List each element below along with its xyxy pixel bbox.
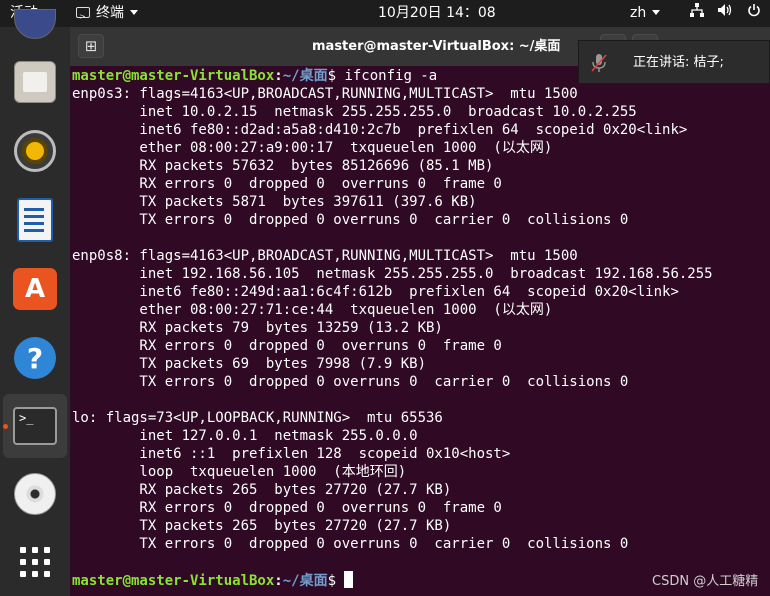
power-icon	[747, 0, 770, 27]
prompt-separator: :	[274, 573, 283, 589]
network-icon	[690, 0, 704, 27]
output-line: inet 10.0.2.15 netmask 255.255.255.0 bro…	[72, 104, 637, 120]
prompt-line: master@master-VirtualBox:~/桌面$ ifconfig …	[72, 67, 437, 85]
system-menu[interactable]	[690, 0, 770, 27]
output-line: TX packets 5871 bytes 397611 (397.6 KB)	[72, 194, 477, 210]
chevron-down-icon	[652, 10, 661, 15]
output-line: lo: flags=73<UP,LOOPBACK,RUNNING> mtu 65…	[72, 410, 443, 426]
grid-icon	[20, 547, 50, 577]
rhythmbox-icon	[14, 130, 56, 172]
show-applications-button[interactable]	[12, 539, 58, 585]
output-line: RX packets 57632 bytes 85126696 (85.1 MB…	[72, 158, 494, 174]
output-line: TX errors 0 dropped 0 overruns 0 carrier…	[72, 536, 629, 552]
output-line: ether 08:00:27:a9:00:17 txqueuelen 1000 …	[72, 140, 553, 156]
mic-muted-icon	[591, 54, 607, 72]
output-line: TX errors 0 dropped 0 overruns 0 carrier…	[72, 212, 629, 228]
prompt-separator: :	[274, 68, 283, 84]
running-indicator	[3, 424, 8, 429]
volume-icon	[717, 0, 733, 27]
output-line: enp0s3: flags=4163<UP,BROADCAST,RUNNING,…	[72, 86, 578, 102]
terminal-app-icon: >_	[13, 407, 57, 445]
dock-software[interactable]: A	[12, 266, 58, 312]
app-menu-label: 终端	[96, 5, 124, 21]
output-line: enp0s8: flags=4163<UP,BROADCAST,RUNNING,…	[72, 248, 578, 264]
dock-help[interactable]: ?	[12, 335, 58, 381]
window-title: master@master-VirtualBox: ~/桌面	[312, 39, 561, 54]
prompt-user-host: master@master-VirtualBox	[72, 573, 275, 589]
prompt-user-host: master@master-VirtualBox	[72, 68, 275, 84]
prompt-path: ~/桌面	[282, 68, 328, 84]
output-line: inet6 ::1 prefixlen 128 scopeid 0x10<hos…	[72, 446, 511, 462]
help-icon: ?	[14, 337, 56, 379]
active-prompt-line[interactable]: master@master-VirtualBox:~/桌面$	[72, 571, 354, 589]
chevron-down-icon	[130, 10, 138, 15]
output-line: RX packets 265 bytes 27720 (27.7 KB)	[72, 482, 452, 498]
output-line: loop txqueuelen 1000 (本地环回)	[72, 464, 407, 480]
dock-terminal[interactable]: >_	[3, 394, 67, 458]
dock: A ? >_	[0, 9, 70, 596]
dvd-icon	[14, 473, 56, 515]
dock-files[interactable]	[12, 59, 58, 105]
output-line: inet6 fe80::249d:aa1:6c4f:612b prefixlen…	[72, 284, 679, 300]
output-line: TX errors 0 dropped 0 overruns 0 carrier…	[72, 374, 629, 390]
prompt-dollar: $	[327, 573, 345, 589]
output-line: RX errors 0 dropped 0 overruns 0 frame 0	[72, 176, 502, 192]
output-line: inet 127.0.0.1 netmask 255.0.0.0	[72, 428, 418, 444]
input-method-menu[interactable]: zh	[630, 0, 661, 27]
text-cursor	[344, 571, 354, 588]
software-icon: A	[13, 268, 57, 310]
terminal-icon	[76, 3, 90, 30]
output-line: ether 08:00:27:71:ce:44 txqueuelen 1000 …	[72, 302, 553, 318]
input-lang-label: zh	[630, 5, 647, 21]
files-icon	[14, 61, 56, 103]
partial-app-icon[interactable]	[14, 9, 56, 39]
output-line: inet 192.168.56.105 netmask 255.255.255.…	[72, 266, 713, 282]
output-line: inet6 fe80::d2ad:a5a8:d410:2c7b prefixle…	[72, 122, 688, 138]
prompt-dollar: $	[327, 68, 345, 84]
app-menu[interactable]: 终端	[76, 0, 138, 30]
output-line: RX errors 0 dropped 0 overruns 0 frame 0	[72, 500, 502, 516]
dock-dvd[interactable]	[12, 471, 58, 517]
speaking-notification[interactable]: 正在讲话: 桔子;	[578, 40, 770, 84]
command-text: ifconfig -a	[344, 68, 438, 84]
dock-rhythmbox[interactable]	[12, 128, 58, 174]
output-line: RX errors 0 dropped 0 overruns 0 frame 0	[72, 338, 502, 354]
dock-writer[interactable]	[12, 197, 58, 243]
output-line: TX packets 265 bytes 27720 (27.7 KB)	[72, 518, 452, 534]
prompt-path: ~/桌面	[282, 573, 328, 589]
notification-text: 正在讲话: 桔子;	[633, 55, 724, 70]
terminal-output[interactable]: master@master-VirtualBox:~/桌面$ ifconfig …	[70, 66, 770, 596]
watermark: CSDN @人工糖精	[652, 574, 759, 589]
writer-icon	[17, 198, 53, 242]
top-bar: 活动 终端 10月20日 14：08 zh	[0, 0, 770, 30]
output-line: TX packets 69 bytes 7998 (7.9 KB)	[72, 356, 427, 372]
new-tab-button[interactable]: ⊞	[78, 34, 104, 58]
clock[interactable]: 10月20日 14：08	[378, 0, 496, 27]
output-line: RX packets 79 bytes 13259 (13.2 KB)	[72, 320, 443, 336]
